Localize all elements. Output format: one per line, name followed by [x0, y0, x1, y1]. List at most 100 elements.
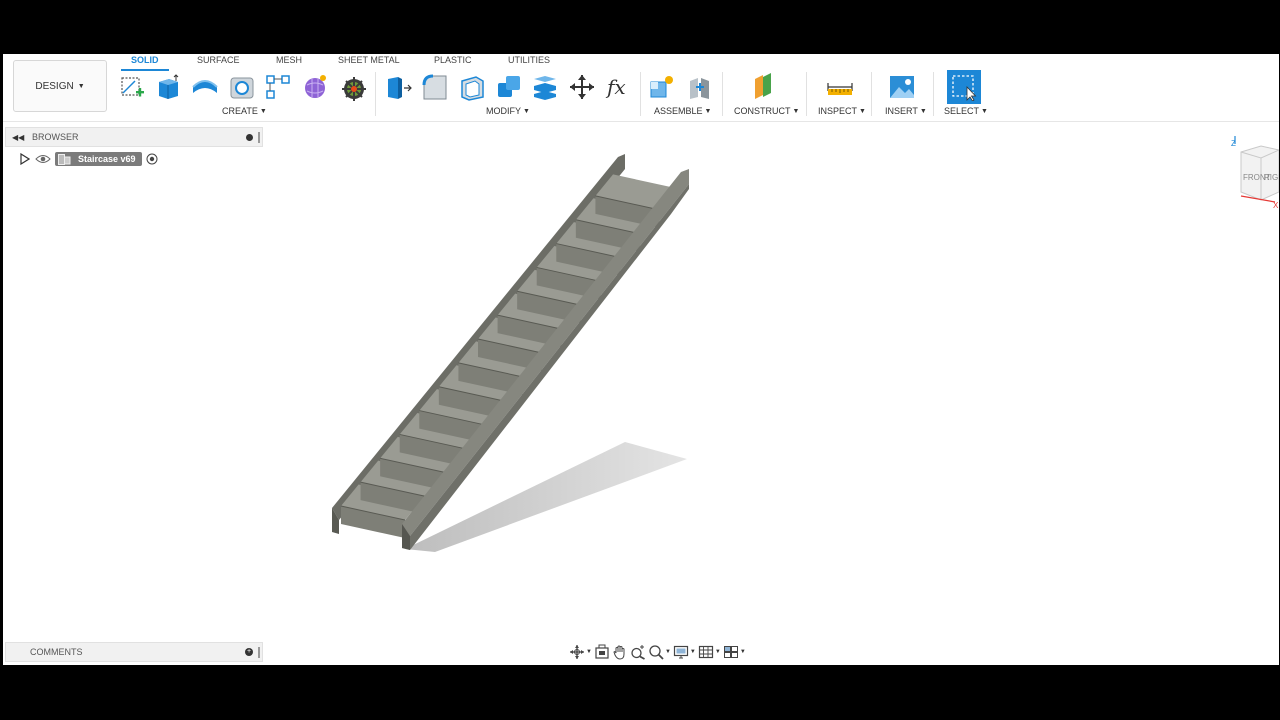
offset-plane-button[interactable] — [748, 72, 778, 102]
construct-plane-icon — [755, 73, 771, 99]
activate-radio-icon[interactable] — [146, 153, 158, 165]
chevron-down-icon: ▼ — [792, 107, 800, 115]
toolbar-divider — [640, 72, 641, 116]
measure-icon — [827, 83, 853, 95]
inspect-menu[interactable]: INSPECT ▼ — [818, 106, 866, 116]
chevron-down-icon: ▼ — [259, 107, 267, 115]
pan-button[interactable] — [612, 644, 628, 660]
fit-button[interactable]: ▼ — [648, 644, 671, 660]
pan-hand-icon — [613, 645, 625, 660]
zoom-button[interactable] — [630, 644, 646, 660]
revolve-button[interactable] — [190, 72, 220, 102]
joint-button[interactable] — [685, 72, 715, 102]
extrude-icon — [159, 74, 179, 99]
zoom-icon — [631, 645, 645, 660]
viewports-icon — [723, 646, 738, 658]
tab-mesh[interactable]: MESH — [276, 55, 302, 65]
combine-button[interactable] — [494, 72, 524, 102]
panel-resize-handle[interactable] — [258, 132, 260, 143]
fusion-app-window: DESIGN ▼ SOLID SURFACE MESH SHEET METAL … — [3, 54, 1279, 665]
panel-resize-handle[interactable] — [258, 647, 260, 658]
move-icon — [570, 75, 594, 99]
document-component-icon — [58, 153, 71, 165]
tab-sheet-metal[interactable]: SHEET METAL — [338, 55, 400, 65]
measure-button[interactable] — [825, 72, 855, 102]
insert-menu[interactable]: INSERT ▼ — [885, 106, 927, 116]
fusion-gear-button[interactable] — [339, 72, 369, 102]
panel-options-icon[interactable] — [246, 134, 253, 141]
toolbar-divider — [933, 72, 934, 116]
viewports-button[interactable]: ▼ — [723, 644, 746, 660]
collapse-panel-icon[interactable]: ◀◀ — [12, 133, 26, 142]
design-workspace-label: DESIGN — [35, 80, 74, 92]
viewcube-right-label: RIGHT — [1264, 173, 1279, 182]
orbit-icon — [570, 645, 584, 659]
look-at-button[interactable] — [594, 644, 610, 660]
design-workspace-button[interactable]: DESIGN ▼ — [13, 60, 107, 112]
tab-surface[interactable]: SURFACE — [197, 55, 240, 65]
fillet-icon — [422, 74, 447, 100]
grid-settings-button[interactable]: ▼ — [698, 644, 721, 660]
move-copy-button[interactable] — [567, 72, 597, 102]
construct-menu[interactable]: CONSTRUCT ▼ — [734, 106, 799, 116]
svg-text:fx: fx — [605, 75, 626, 99]
fillet-button[interactable] — [420, 72, 450, 102]
chevron-down-icon: ▼ — [704, 107, 712, 115]
modify-menu-label: MODIFY — [486, 106, 521, 116]
expand-triangle-icon[interactable] — [19, 153, 31, 165]
3d-viewport-canvas[interactable] — [265, 124, 1279, 664]
shell-button[interactable] — [457, 72, 487, 102]
press-pull-icon — [388, 77, 412, 99]
new-component-icon — [650, 76, 673, 98]
hole-button[interactable] — [227, 72, 257, 102]
add-comment-icon[interactable]: + — [245, 648, 253, 656]
change-parameters-button[interactable]: fx — [604, 72, 634, 102]
select-button[interactable] — [947, 70, 981, 104]
new-sketch-icon — [121, 77, 144, 97]
create-form-button[interactable] — [300, 72, 330, 102]
tab-solid[interactable]: SOLID — [131, 55, 159, 65]
chevron-down-icon: ▼ — [586, 649, 592, 655]
split-body-button[interactable] — [530, 72, 560, 102]
hole-icon — [230, 77, 254, 99]
create-form-icon — [305, 75, 326, 98]
chevron-down-icon: ▼ — [981, 107, 988, 115]
browser-title: BROWSER — [32, 132, 79, 142]
assemble-menu[interactable]: ASSEMBLE ▼ — [654, 106, 711, 116]
create-menu-label: CREATE — [222, 106, 258, 116]
visibility-eye-icon[interactable] — [35, 153, 51, 165]
split-icon — [534, 76, 556, 100]
select-menu[interactable]: SELECT ▼ — [944, 106, 988, 116]
toolbar-divider — [806, 72, 807, 116]
fusion-gear-icon — [342, 77, 366, 101]
tab-active-indicator — [121, 69, 169, 71]
stair-treads-group — [340, 174, 678, 538]
rectangular-pattern-button[interactable] — [263, 72, 293, 102]
viewcube[interactable]: Z FRONT RIGHT X — [1231, 134, 1279, 208]
press-pull-button[interactable] — [383, 72, 413, 102]
orbit-button[interactable]: ▼ — [569, 644, 592, 660]
look-at-icon — [595, 644, 609, 659]
chevron-down-icon: ▼ — [714, 649, 721, 655]
parameters-fx-icon: fx — [605, 75, 626, 99]
new-sketch-button[interactable] — [118, 72, 148, 102]
browser-panel-header: ◀◀ BROWSER — [5, 127, 263, 147]
chevron-down-icon: ▼ — [689, 649, 696, 655]
staircase-model[interactable] — [265, 124, 1279, 664]
tab-utilities[interactable]: UTILITIES — [508, 55, 550, 65]
insert-image-icon — [890, 76, 914, 98]
root-component-name: Staircase v69 — [78, 154, 136, 164]
display-settings-button[interactable]: ▼ — [673, 644, 696, 660]
create-menu[interactable]: CREATE ▼ — [222, 106, 267, 116]
tab-plastic[interactable]: PLASTIC — [434, 55, 472, 65]
extrude-button[interactable] — [153, 72, 183, 102]
insert-menu-label: INSERT — [885, 106, 918, 116]
construct-menu-label: CONSTRUCT — [734, 106, 791, 116]
insert-image-button[interactable] — [887, 72, 917, 102]
chevron-down-icon: ▼ — [77, 82, 85, 90]
modify-menu[interactable]: MODIFY ▼ — [486, 106, 530, 116]
root-component-chip[interactable]: Staircase v69 — [55, 152, 142, 166]
navigation-bar: ▼ ▼ ▼ ▼ ▼ — [569, 642, 746, 662]
new-component-button[interactable] — [647, 72, 677, 102]
zoom-fit-icon — [649, 645, 664, 660]
